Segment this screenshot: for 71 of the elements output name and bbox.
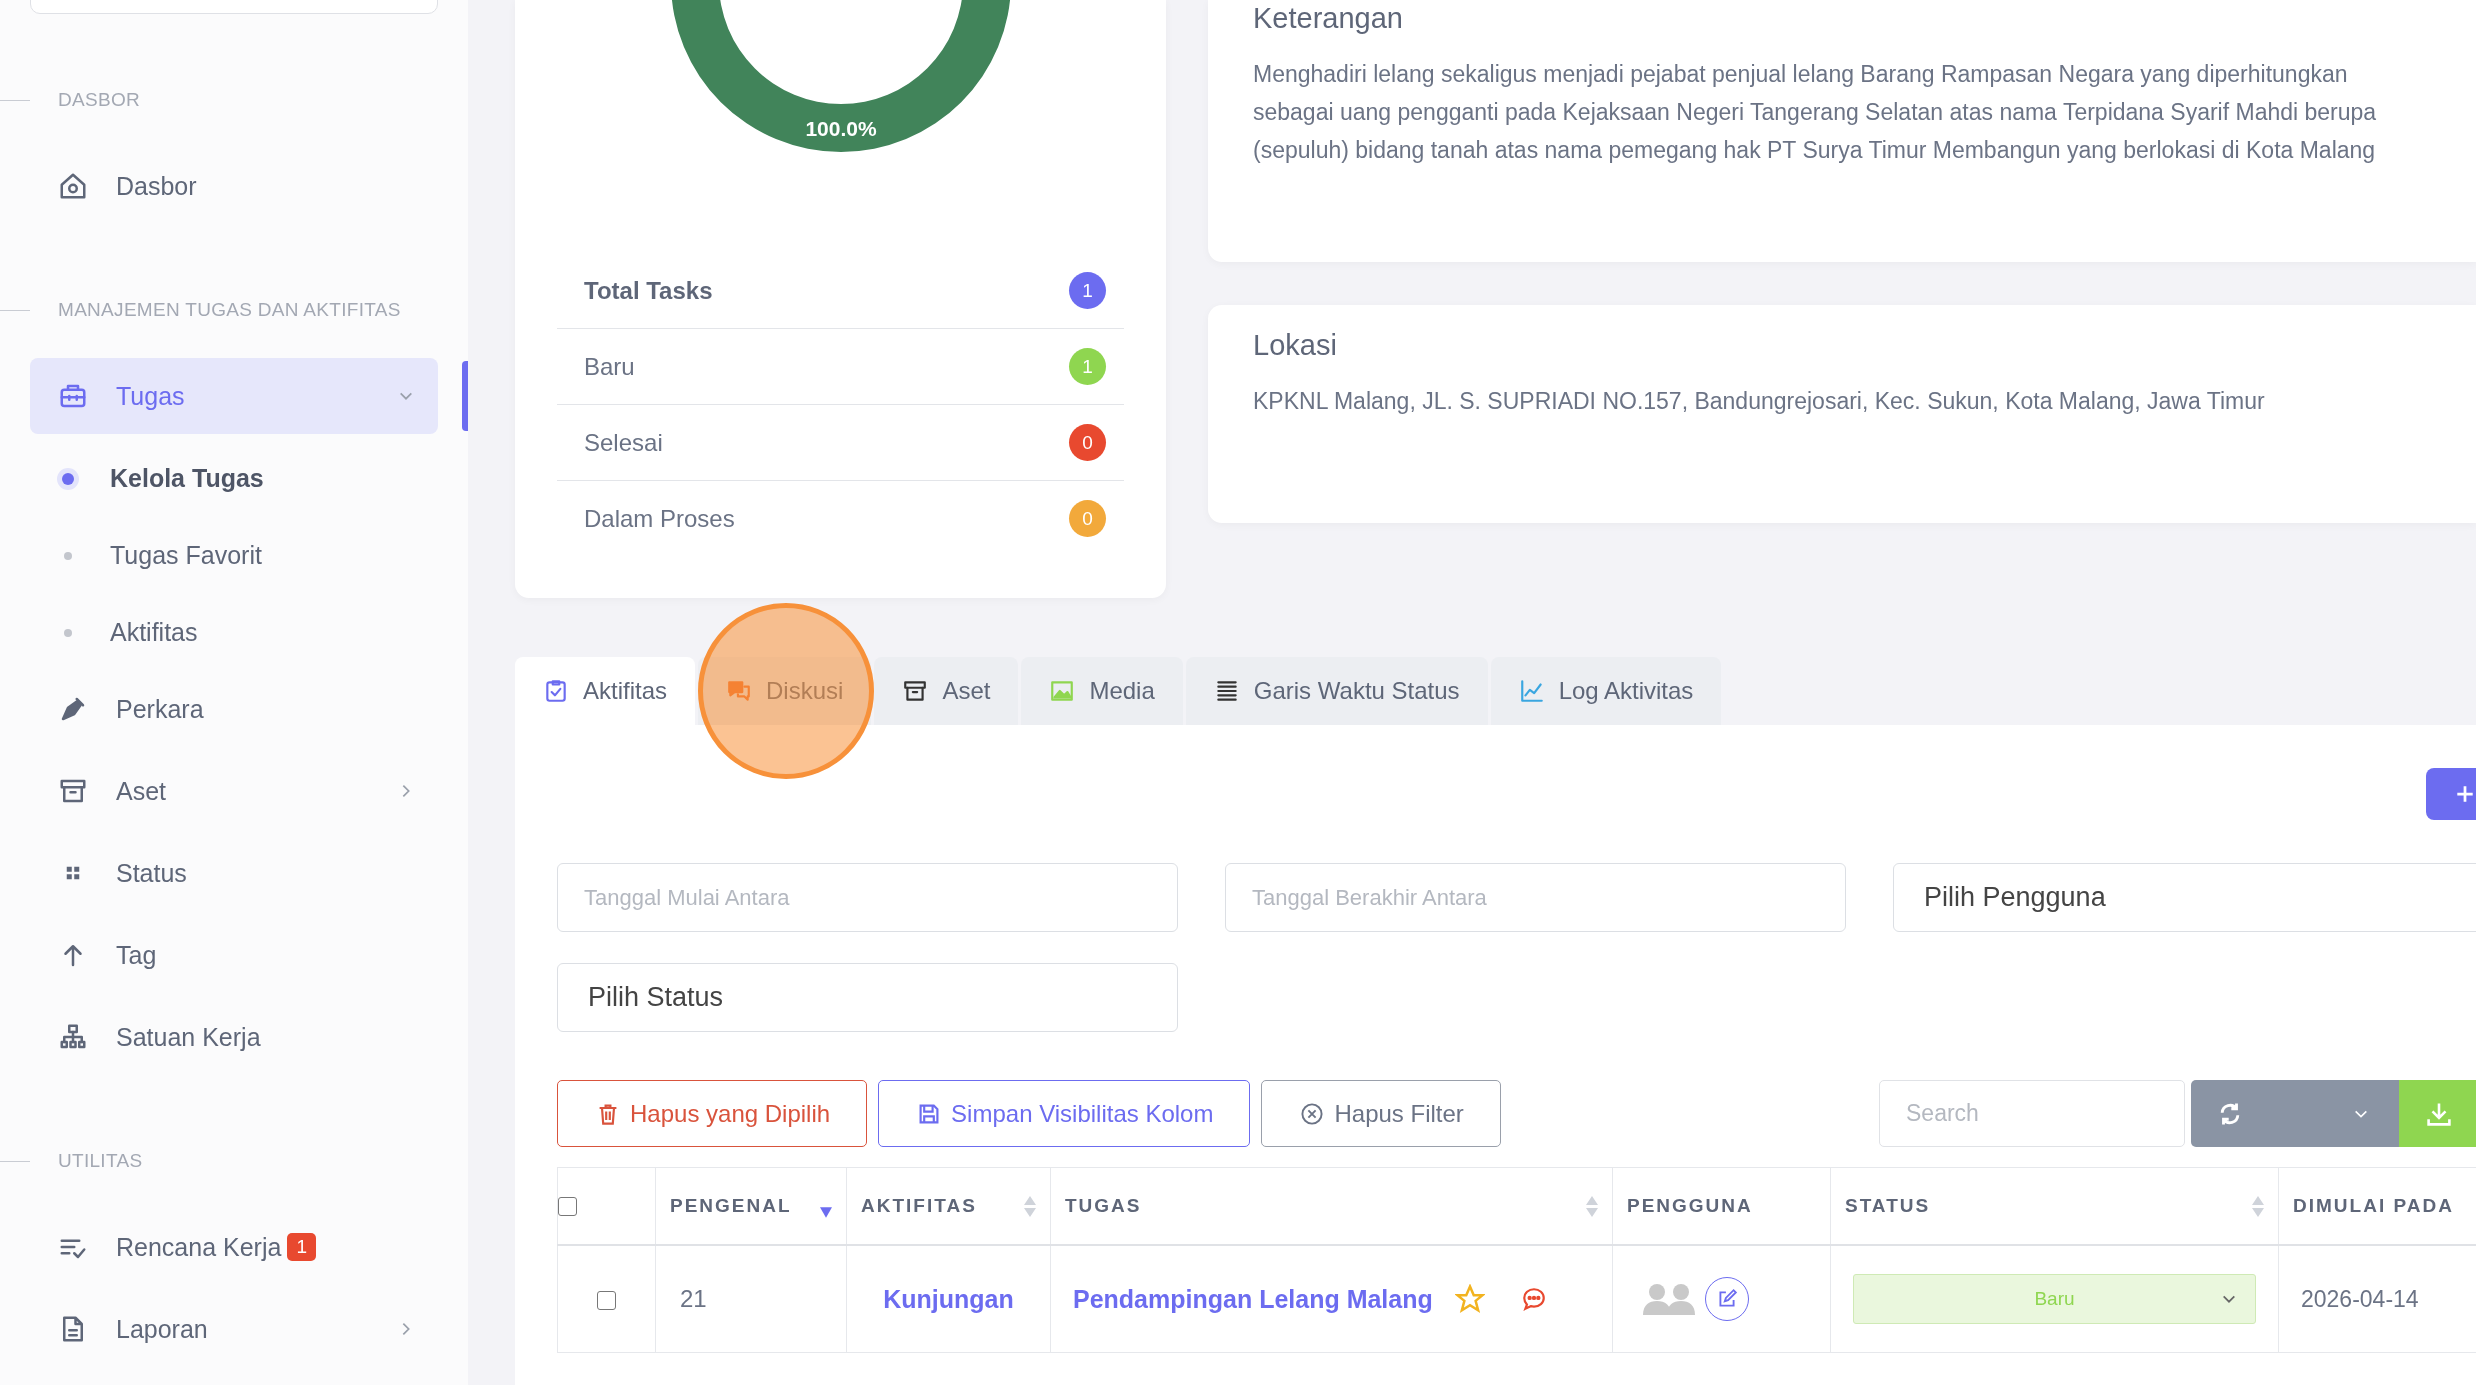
description-text: Menghadiri lelang sekaligus menjadi pejabat penjual lelang Barang Rampasan Negara yang diperhitungkan sebagai uang pengganti pada Kejaksaan Negeri Tangerang Selatan atas nama Terpidana Syarif Mahdi berupa (sepuluh) bidang tanah atas nama pemegang hak PT Surya Timur Membangun yang berlokasi di Kota Malang [1253, 60, 2378, 165]
checkbox[interactable] [597, 1291, 616, 1311]
refresh-button[interactable] [2191, 1080, 2399, 1147]
nav-subitem[interactable]: Kelola Tugas [64, 440, 468, 517]
chat-icon [726, 678, 753, 704]
download-button[interactable] [2399, 1080, 2476, 1147]
tab[interactable]: Garis Waktu Status [1185, 657, 1488, 725]
tab[interactable]: Aset [874, 657, 1019, 725]
line-chart-icon [1518, 678, 1545, 704]
sort-icon[interactable] [1586, 1195, 1598, 1217]
nav-item[interactable]: Laporan [30, 1291, 438, 1367]
stat-label: Selesai [584, 428, 663, 457]
nav-item[interactable]: Status [30, 835, 438, 911]
stat-label: Baru [584, 352, 635, 381]
star-icon[interactable] [1454, 1284, 1485, 1314]
nav-item[interactable]: Tag [30, 917, 438, 993]
section-heading: MANAJEMEN TUGAS DAN AKTIFITAS [58, 299, 401, 321]
section-heading: DASBOR [58, 89, 141, 111]
tab[interactable]: Aktifitas [515, 657, 696, 725]
nav-subitem[interactable]: Tugas Favorit [64, 517, 468, 594]
card-title: Keterangan [1253, 2, 1404, 35]
plus-icon [2454, 783, 2476, 805]
table-cell: 2026-04-14 [2301, 1286, 2419, 1312]
date-field[interactable]: Tanggal Berakhir Antara [1225, 863, 1846, 932]
stat-label: Dalam Proses [584, 504, 735, 533]
percent-label: 100.0% [804, 117, 877, 140]
nav-item[interactable]: Perkara [30, 671, 438, 747]
sort-icon[interactable] [2252, 1195, 2264, 1217]
clear-filter-button[interactable]: Hapus Filter [1261, 1080, 1501, 1147]
active-indicator [462, 361, 468, 431]
nav-item[interactable]: Dasbor [30, 148, 438, 224]
close-icon [1300, 1101, 1325, 1126]
section-heading: UTILITAS [58, 1150, 143, 1172]
date-field[interactable]: Tanggal Mulai Antara [557, 863, 1178, 932]
search-field[interactable]: Search [1879, 1080, 2185, 1147]
select-field[interactable]: Pilih Pengguna [1893, 863, 2476, 932]
count-badge: 1 [1069, 272, 1106, 309]
archive-icon [902, 678, 929, 704]
stat-label: Total Tasks [584, 276, 713, 305]
column-header[interactable]: PENGGUNA [1627, 1195, 1753, 1217]
nav-item[interactable]: Rencana Kerja 1 [30, 1209, 438, 1285]
nav-item[interactable]: Aset [30, 753, 438, 829]
save-button[interactable]: Simpan Visibilitas Kolom [878, 1080, 1251, 1147]
table-cell-text: 21 [679, 1285, 707, 1312]
checkbox[interactable] [558, 1197, 577, 1217]
home-icon [58, 171, 88, 201]
column-header[interactable]: AKTIFITAS [861, 1195, 977, 1217]
add-button[interactable] [2426, 768, 2476, 820]
column-header[interactable]: STATUS [1845, 1195, 1931, 1217]
activity-link[interactable]: Kunjungan [883, 1284, 1014, 1313]
sort-icon[interactable] [1024, 1195, 1036, 1217]
tab[interactable]: Media [1021, 657, 1183, 725]
count-badge: 0 [1069, 500, 1106, 537]
edit-icon [1716, 1288, 1738, 1310]
column-header[interactable]: PENGENAL [670, 1195, 792, 1217]
count-badge: 0 [1069, 424, 1106, 461]
clipboard-check-icon [543, 678, 569, 704]
sort-desc-icon[interactable] [820, 1206, 832, 1218]
delete-button[interactable]: Hapus yang Dipilih [557, 1080, 868, 1147]
nav-subitem[interactable]: Aktifitas [64, 594, 468, 671]
card-title: Lokasi [1253, 329, 1338, 362]
location-text: KPKNL Malang, JL. S. SUPRIADI NO.157, Bandungrejosari, Kec. Sukun, Kota Malang, Jawa Timur [1253, 387, 2266, 416]
comment-icon[interactable] [1520, 1286, 1547, 1312]
tab[interactable]: Log Aktivitas [1490, 657, 1722, 725]
count-badge: 1 [1069, 348, 1106, 385]
count-badge: 1 [287, 1233, 316, 1261]
nav-item[interactable]: Satuan Kerja [30, 999, 438, 1075]
column-header[interactable]: TUGAS [1065, 1195, 1142, 1217]
select-field[interactable]: Pilih Status [557, 963, 1178, 1032]
task-link[interactable]: Pendampingan Lelang Malang [1073, 1284, 1433, 1314]
image-icon [1049, 678, 1076, 704]
